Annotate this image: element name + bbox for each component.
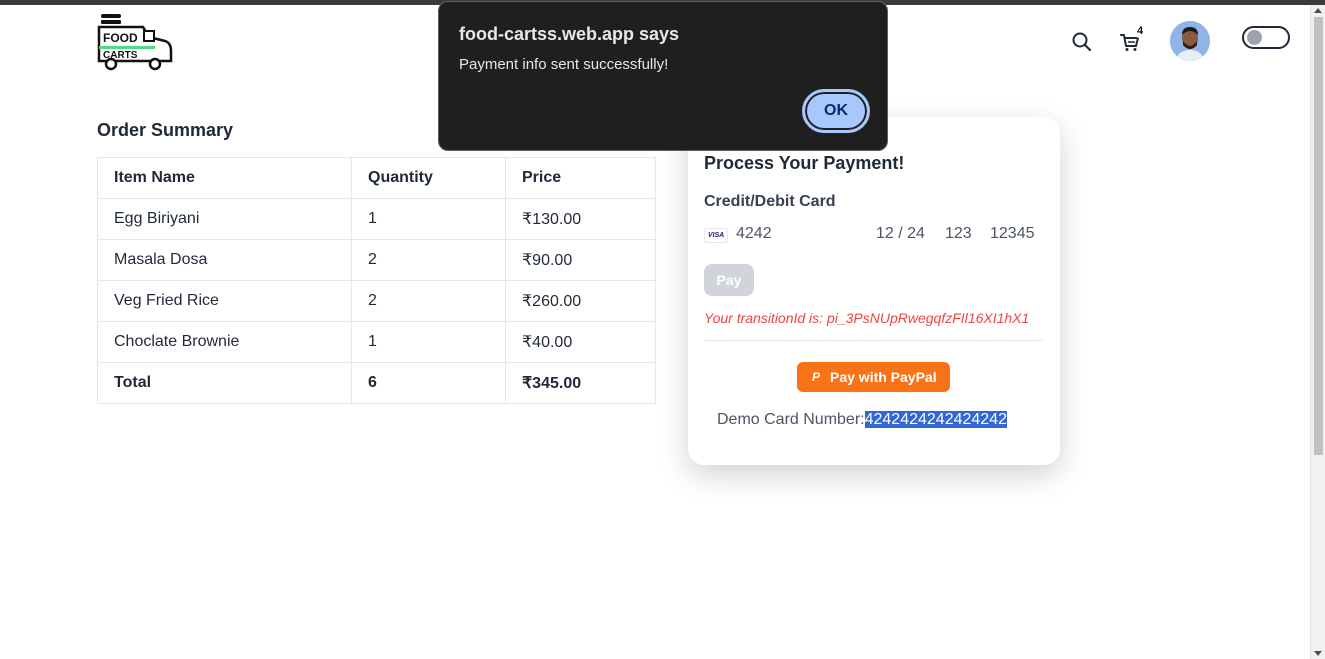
transaction-id-text: Your transitionId is: pi_3PsNUpRwegqfzFI… [704,310,1030,326]
order-summary-title: Order Summary [97,120,234,140]
column-header-quantity: Quantity [351,157,506,199]
quantity-cell: 2 [351,239,506,281]
item-name-cell: Choclate Brownie [97,321,352,363]
alert-dialog: food-cartss.web.app says Payment info se… [438,1,888,151]
paypal-icon: P [811,370,820,384]
card-cvc-input[interactable]: 123 [945,225,972,243]
payment-card: Process Your Payment! Credit/Debit Card … [688,117,1060,465]
cart-count-badge: 4 [1133,24,1147,38]
quantity-cell: 2 [351,280,506,322]
pay-button[interactable]: Pay [704,264,754,296]
price-cell: ₹260.00 [505,280,656,322]
quantity-cell: 1 [351,198,506,240]
table-header-row: Item Name Quantity Price [97,157,656,199]
price-cell: ₹40.00 [505,321,656,363]
visa-icon: VISA [704,228,728,243]
user-avatar[interactable] [1170,21,1210,61]
price-cell: ₹130.00 [505,198,656,240]
payment-title: Process Your Payment! [704,153,905,173]
total-row: Total 6 ₹345.00 [97,362,656,404]
order-summary-table: Item Name Quantity Price Egg Biriyani 1 … [97,157,656,404]
scroll-thumb[interactable] [1314,17,1323,455]
item-name-cell: Veg Fried Rice [97,280,352,322]
dialog-message: Payment info sent successfully! [459,56,669,73]
scroll-down-arrow-icon[interactable] [1314,651,1322,656]
table-row: Veg Fried Rice 2 ₹260.00 [97,280,656,322]
card-number-input[interactable]: 4242 [736,225,772,243]
item-name-cell: Masala Dosa [97,239,352,281]
total-quantity-cell: 6 [351,362,506,404]
page-scrollbar[interactable] [1310,5,1325,659]
total-label-cell: Total [97,362,352,404]
ok-button[interactable]: OK [802,89,870,133]
demo-card-info: Demo Card Number:4242424242424242 [717,411,1007,429]
table-row: Masala Dosa 2 ₹90.00 [97,239,656,281]
paypal-button-label: Pay with PayPal [830,369,937,385]
column-header-item-name: Item Name [97,157,352,199]
table-row: Egg Biriyani 1 ₹130.00 [97,198,656,240]
card-zip-input[interactable]: 12345 [990,225,1035,243]
dialog-title: food-cartss.web.app says [459,24,680,44]
toggle-knob [1247,30,1262,45]
item-name-cell: Egg Biriyani [97,198,352,240]
demo-card-label: Demo Card Number: [717,411,865,428]
card-expiry-input[interactable]: 12 / 24 [876,225,925,243]
table-row: Choclate Brownie 1 ₹40.00 [97,321,656,363]
divider [704,340,1043,341]
search-icon [1072,32,1092,52]
food-truck-icon: FOOD CARTS [97,14,173,71]
logo-text-food: FOOD [103,31,138,45]
quantity-cell: 1 [351,321,506,363]
paypal-button[interactable]: P Pay with PayPal [797,362,950,392]
price-cell: ₹90.00 [505,239,656,281]
demo-card-number[interactable]: 4242424242424242 [864,411,1007,428]
user-photo-icon [1170,21,1210,61]
column-header-price: Price [505,157,656,199]
theme-toggle[interactable] [1242,26,1290,49]
card-input-field[interactable]: VISA 4242 12 / 24 123 12345 [704,225,1044,245]
search-button[interactable] [1071,31,1093,53]
food-carts-logo[interactable]: FOOD CARTS [97,13,173,71]
total-price-cell: ₹345.00 [505,362,656,404]
card-section-label: Credit/Debit Card [704,193,836,210]
scroll-up-arrow-icon[interactable] [1314,8,1322,13]
